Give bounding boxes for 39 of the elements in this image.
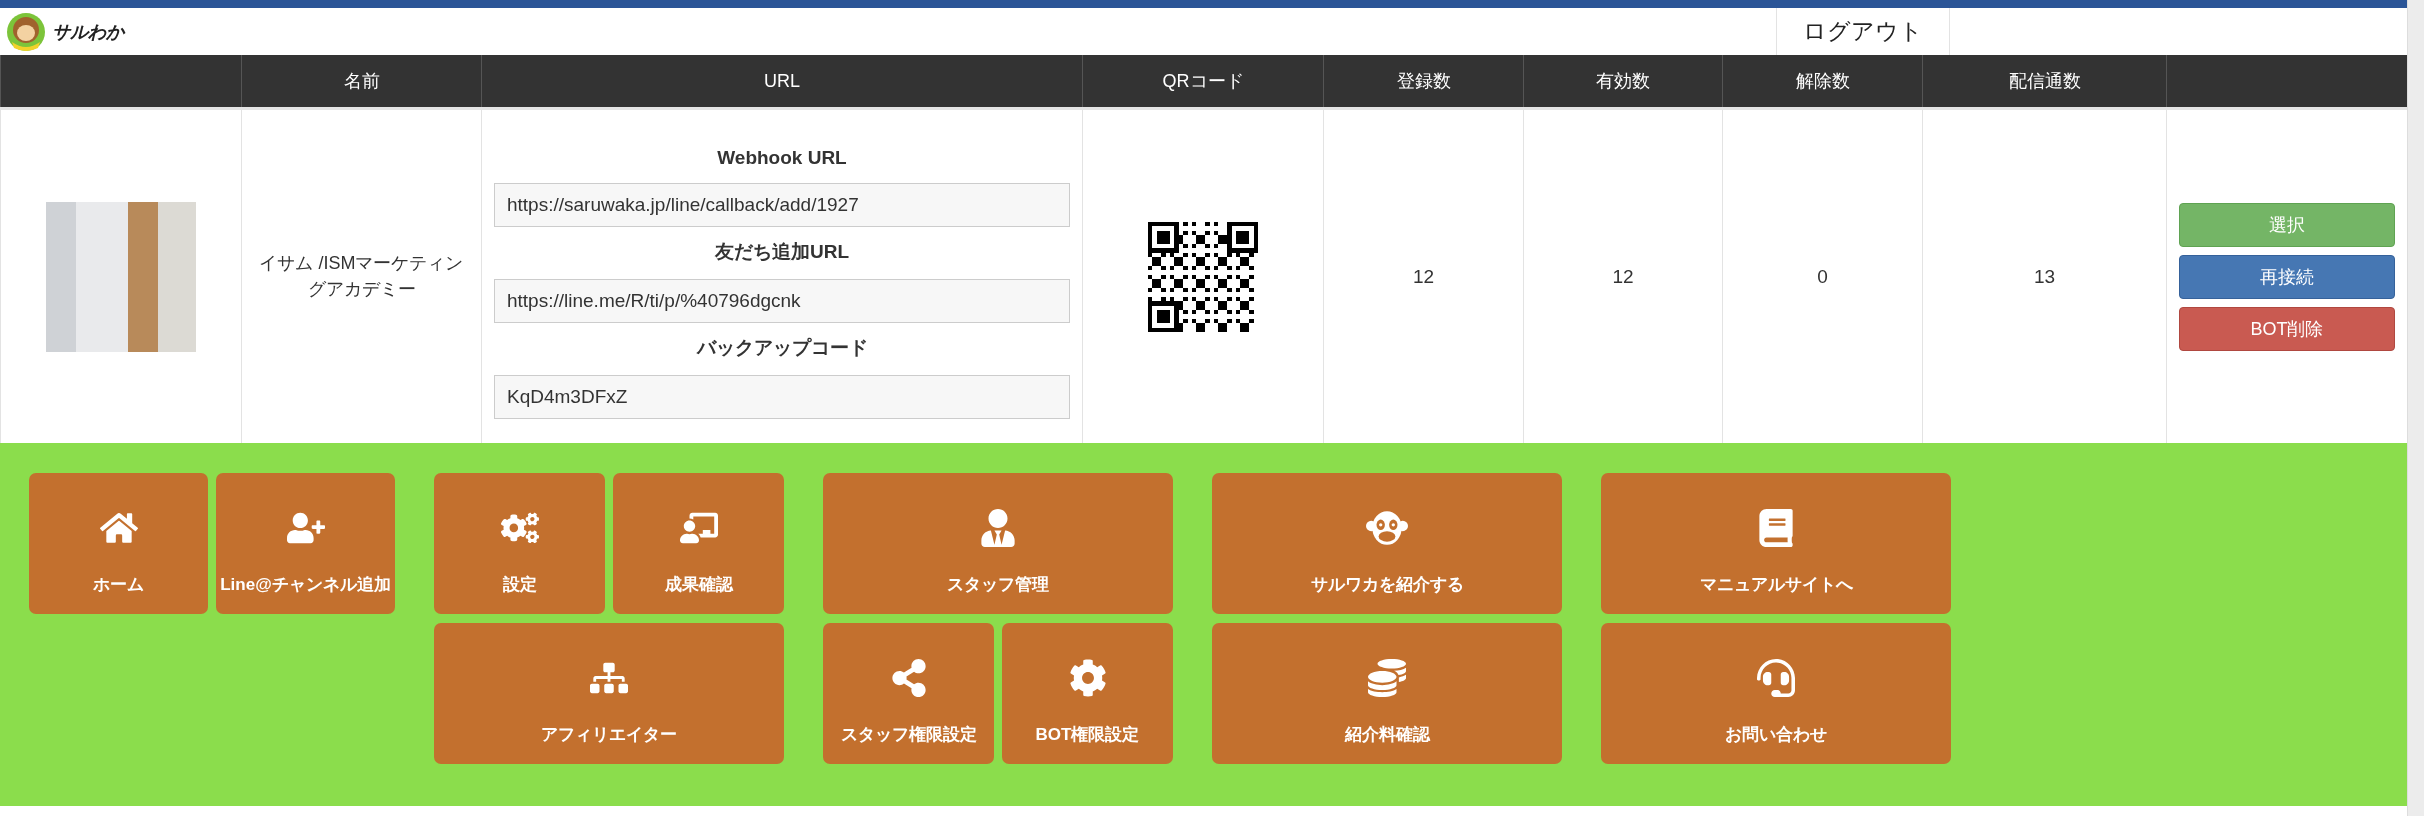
share-icon bbox=[889, 659, 928, 697]
gear-icon bbox=[1068, 659, 1107, 697]
input-field[interactable]: https://line.me/R/ti/p/%40796dgcnk bbox=[494, 278, 1070, 323]
column-header: 有効数 bbox=[1523, 55, 1722, 107]
menu-tile[interactable]: スタッフ権限設定 bbox=[823, 623, 994, 764]
coins-icon bbox=[1368, 659, 1406, 697]
column-header: 名前 bbox=[241, 55, 481, 107]
menu-tile[interactable]: アフィリエイター bbox=[434, 623, 784, 764]
input-field[interactable]: https://saruwaka.jp/line/callback/add/1927 bbox=[494, 182, 1070, 227]
menu-tile[interactable]: サルワカを紹介する bbox=[1212, 473, 1562, 614]
logo-text: サルわか bbox=[52, 20, 124, 44]
column-header: QRコード bbox=[1082, 55, 1323, 107]
menu-tile[interactable]: 紹介料確認 bbox=[1212, 623, 1562, 764]
menu-tile[interactable]: 成果確認 bbox=[613, 473, 784, 614]
input-field[interactable]: KqD4m3DFxZ bbox=[494, 374, 1070, 419]
column-header: 登録数 bbox=[1323, 55, 1523, 107]
menu-tile[interactable]: 設定 bbox=[434, 473, 605, 614]
menu-tile[interactable]: お問い合わせ bbox=[1601, 623, 1951, 764]
menu-tile[interactable]: BOT権限設定 bbox=[1002, 623, 1173, 764]
staff-icon bbox=[979, 509, 1017, 547]
field-label: Webhook URL bbox=[717, 146, 847, 169]
menu-tile[interactable]: マニュアルサイトへ bbox=[1601, 473, 1951, 614]
field-label: バックアップコード bbox=[696, 335, 868, 360]
delete-button[interactable]: BOT削除 bbox=[2179, 306, 2395, 351]
column-header: URL bbox=[481, 55, 1082, 107]
menu-tile[interactable]: ホーム bbox=[29, 473, 208, 614]
column-header: 配信通数 bbox=[1922, 55, 2166, 107]
menu-tile[interactable]: スタッフ管理 bbox=[823, 473, 1173, 614]
bot-name: イサム /ISMマーケティングアカデミー bbox=[258, 252, 465, 301]
field-label: 友だち追加URL bbox=[714, 239, 850, 264]
reconnect-button[interactable]: 再接続 bbox=[2179, 254, 2395, 299]
select-button[interactable]: 選択 bbox=[2179, 202, 2395, 247]
menu-tile[interactable]: Line@チャンネル追加 bbox=[216, 473, 395, 614]
scrollbar-track[interactable] bbox=[2407, 0, 2424, 816]
monkey-icon bbox=[1366, 509, 1408, 547]
headset-icon bbox=[1757, 659, 1795, 697]
column-header: 解除数 bbox=[1722, 55, 1922, 107]
book-icon bbox=[1757, 509, 1795, 547]
monkey-logo-icon bbox=[6, 11, 46, 52]
